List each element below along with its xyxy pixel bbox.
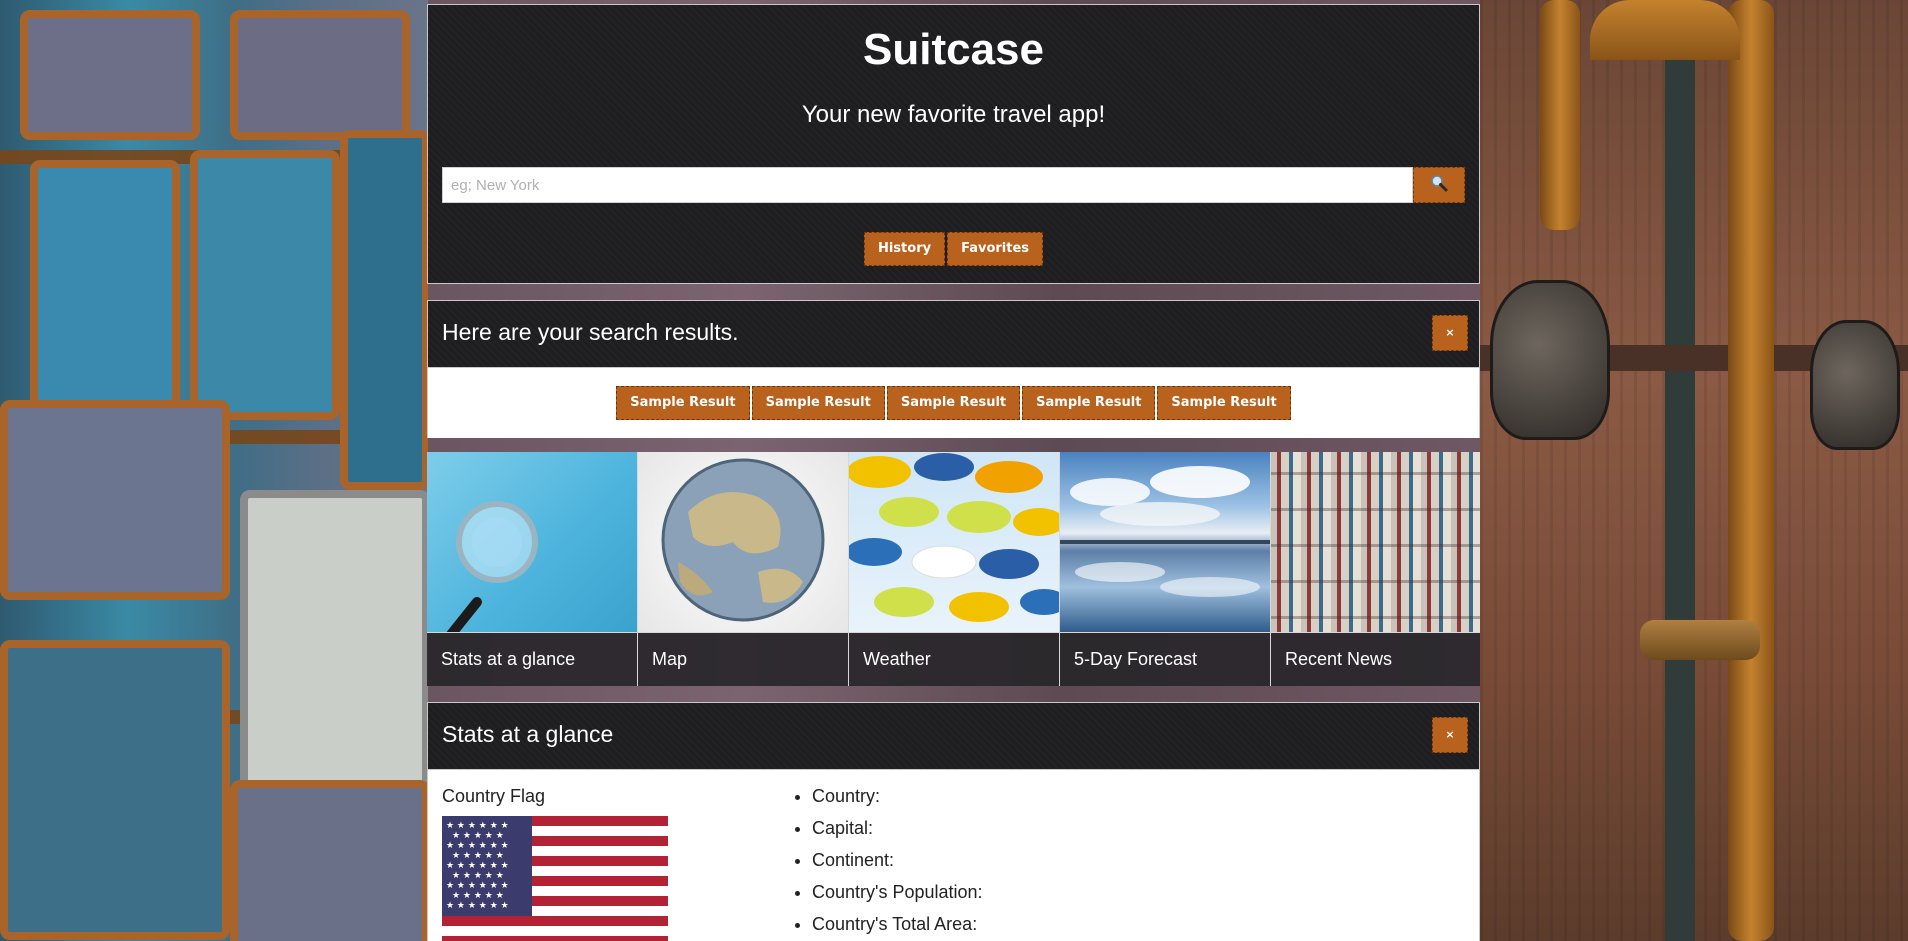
trunk-right: [1480, 0, 1908, 941]
result-button[interactable]: Sample Result: [616, 386, 750, 420]
search-button[interactable]: [1413, 167, 1465, 203]
results-heading: Here are your search results.: [442, 319, 739, 345]
stats-content: Country Flag ★ ★ ★ ★ ★ ★ ★ ★ ★ ★ ★ ★ ★ ★…: [427, 770, 1480, 941]
result-button[interactable]: Sample Result: [1022, 386, 1156, 420]
tile-label: Stats at a glance: [427, 632, 637, 686]
flag-label: Country Flag: [442, 786, 546, 806]
magnifying-glass-image: [427, 452, 637, 647]
results-list: Sample Result Sample Result Sample Resul…: [427, 368, 1480, 438]
svg-text:★ ★ ★ ★ ★: ★ ★ ★ ★ ★: [452, 891, 504, 901]
header-panel: Suitcase Your new favorite travel app! H…: [427, 4, 1480, 284]
tile-label: Weather: [849, 632, 1059, 686]
tile-label: Map: [638, 632, 848, 686]
tile-forecast[interactable]: 5-Day Forecast: [1060, 452, 1271, 686]
favorites-button[interactable]: Favorites: [947, 232, 1044, 266]
app-subtitle: Your new favorite travel app!: [801, 101, 1106, 128]
main-column: Suitcase Your new favorite travel app! H…: [427, 4, 1480, 941]
country-facts-list: Country: Capital: Continent: Country's P…: [812, 786, 983, 941]
app-title: Suitcase: [863, 25, 1044, 74]
svg-text:★ ★ ★ ★ ★: ★ ★ ★ ★ ★: [452, 831, 504, 841]
tile-map[interactable]: Map: [638, 452, 849, 686]
svg-text:★ ★ ★ ★ ★ ★: ★ ★ ★ ★ ★ ★: [446, 841, 509, 851]
search-bar: [442, 167, 1465, 203]
tile-stats[interactable]: Stats at a glance: [427, 452, 638, 686]
search-input[interactable]: [442, 167, 1413, 203]
svg-text:★ ★ ★ ★ ★ ★: ★ ★ ★ ★ ★ ★: [446, 861, 509, 871]
fact-total-area: Country's Total Area:: [812, 914, 983, 941]
close-stats-button[interactable]: ×: [1432, 717, 1468, 753]
close-results-button[interactable]: ×: [1432, 315, 1468, 351]
fact-country: Country:: [812, 786, 983, 818]
tile-news[interactable]: Recent News: [1271, 452, 1480, 686]
category-tiles: Stats at a glance Map Weather 5-Day Fore…: [427, 452, 1480, 686]
suitcase-stack-left: [0, 0, 430, 941]
umbrellas-image: [849, 452, 1059, 632]
tile-weather[interactable]: Weather: [849, 452, 1060, 686]
search-icon: [1430, 174, 1448, 197]
tile-label: 5-Day Forecast: [1060, 632, 1270, 686]
results-header: Here are your search results. ×: [427, 300, 1480, 368]
magazines-image: [1271, 452, 1480, 632]
result-button[interactable]: Sample Result: [886, 386, 1021, 420]
globe-image: [638, 452, 848, 632]
fact-continent: Continent:: [812, 850, 983, 882]
fact-population: Country's Population:: [812, 882, 983, 914]
tile-label: Recent News: [1271, 632, 1480, 686]
country-flag-image: ★ ★ ★ ★ ★ ★ ★ ★ ★ ★ ★ ★ ★ ★ ★ ★ ★ ★ ★ ★ …: [442, 816, 668, 941]
history-button[interactable]: History: [863, 232, 946, 266]
stats-header: Stats at a glance ×: [427, 702, 1480, 770]
result-button[interactable]: Sample Result: [751, 386, 885, 420]
svg-text:★ ★ ★ ★ ★ ★: ★ ★ ★ ★ ★ ★: [446, 901, 509, 911]
svg-text:★ ★ ★ ★ ★ ★: ★ ★ ★ ★ ★ ★: [446, 881, 509, 891]
stats-heading: Stats at a glance: [442, 721, 614, 747]
svg-text:★ ★ ★ ★ ★: ★ ★ ★ ★ ★: [452, 851, 504, 861]
nav-buttons: History Favorites: [428, 232, 1479, 266]
result-button[interactable]: Sample Result: [1157, 386, 1291, 420]
svg-text:★ ★ ★ ★ ★ ★: ★ ★ ★ ★ ★ ★: [446, 821, 509, 831]
svg-text:★ ★ ★ ★ ★: ★ ★ ★ ★ ★: [452, 871, 504, 881]
sky-lake-image: [1060, 452, 1270, 632]
fact-capital: Capital:: [812, 818, 983, 850]
